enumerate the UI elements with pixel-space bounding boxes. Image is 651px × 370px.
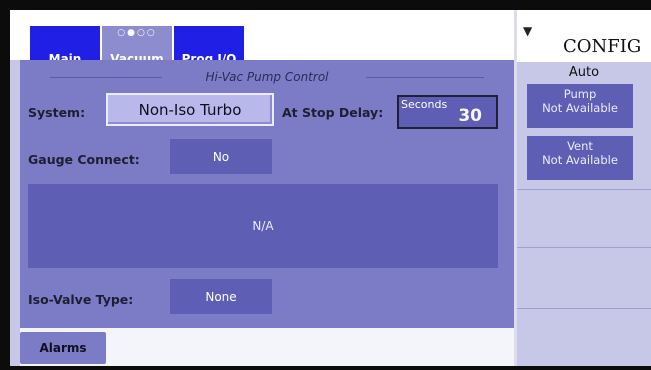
config-separator <box>517 189 651 190</box>
info-box: N/A <box>28 184 498 268</box>
config-title: CONFIG <box>563 36 642 57</box>
iso-valve-label: Iso-Valve Type: <box>28 292 134 307</box>
hi-vac-pump-panel: Hi-Vac Pump Control System: Non-Iso Turb… <box>20 60 514 328</box>
vent-button[interactable]: Vent Not Available <box>527 136 633 180</box>
page-indicator-dots: ○●○○ <box>117 28 157 38</box>
iso-valve-type-button[interactable]: None <box>170 279 272 314</box>
alarms-button[interactable]: Alarms <box>20 332 106 364</box>
config-separator <box>517 247 651 248</box>
config-list: Auto Pump Not Available Vent Not Availab… <box>517 64 651 366</box>
pump-status: Not Available <box>542 101 618 115</box>
stop-delay-field[interactable]: Seconds 30 <box>397 95 498 129</box>
system-select-button[interactable]: Non-Iso Turbo <box>106 93 274 126</box>
vent-status: Not Available <box>542 153 618 167</box>
stop-delay-value: 30 <box>458 106 482 126</box>
pump-button[interactable]: Pump Not Available <box>527 84 633 128</box>
bottom-bar: Alarms <box>20 328 514 366</box>
stop-delay-label: At Stop Delay: <box>282 105 384 120</box>
stop-delay-unit: Seconds <box>401 98 448 111</box>
dropdown-arrow-icon[interactable]: ▼ <box>523 24 532 38</box>
pump-name: Pump <box>563 87 597 101</box>
config-mode: Auto <box>568 65 600 80</box>
gauge-connect-label: Gauge Connect: <box>28 152 140 167</box>
config-separator <box>517 308 651 309</box>
config-panel: ▼ CONFIG Auto Pump Not Available Vent No… <box>517 10 651 366</box>
vent-name: Vent <box>567 139 593 153</box>
system-label: System: <box>28 105 86 120</box>
config-header[interactable]: ▼ CONFIG <box>517 10 651 64</box>
title-rule-right <box>366 77 484 78</box>
gauge-connect-button[interactable]: No <box>170 139 272 174</box>
tab-bar: Main ○●○○ Vacuum Prog I/O <box>10 10 514 70</box>
